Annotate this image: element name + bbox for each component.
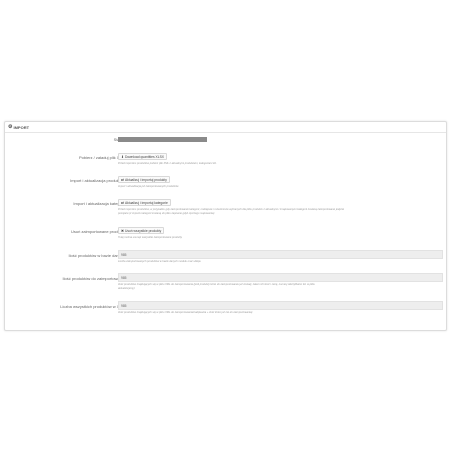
refresh-icon: ⇄: [121, 177, 124, 182]
import-categories-help-line2: pomijane (z importu kategorii zostaną do…: [118, 212, 215, 215]
delete-products-help: Tutaj można usunąć wszystkie zaimportowa…: [118, 236, 182, 239]
delete-products-button[interactable]: ✖ Usuń wszystkie produkty: [118, 227, 165, 234]
panel-title: IMPORT: [13, 124, 30, 130]
download-template-button[interactable]: ⬇ Download quantities XLSX: [118, 153, 167, 160]
panel-header: ⚙ IMPORT: [5, 122, 446, 133]
delete-products-label: Usuń zaimportowane produkty: [70, 229, 125, 234]
to-import-field: 985: [118, 273, 443, 282]
import-products-label: Import i aktualizacja produktów: [70, 178, 125, 183]
import-products-button[interactable]: ⇄ Aktualizuj i importuj produkty: [118, 176, 170, 183]
trash-icon: ✖: [121, 228, 124, 233]
db-count-field: 985: [118, 250, 443, 259]
to-import-label: Ilość produktów do zaimportowania: [62, 276, 125, 281]
template-help: Przed importem produktów pobierz plik XM…: [118, 162, 217, 165]
to-import-help-line2: aktualizujemy): [118, 287, 135, 290]
import-categories-button[interactable]: ⇄ Aktualizuj i importuj kategorie: [118, 199, 171, 206]
import-panel: ⚙ IMPORT: [4, 121, 447, 331]
status-progress-bar: [118, 137, 207, 142]
xml-total-label: Liczba wszystkich produktów w XML: [60, 304, 125, 309]
xml-total-field: 985: [118, 301, 443, 310]
db-count-help: Liczba zaimportowanych produktów w bazie…: [118, 260, 201, 263]
to-import-help-line1: Ilość produktów znajdujących się w pliku…: [118, 283, 315, 286]
download-icon: ⬇: [121, 154, 124, 159]
refresh-icon: ⇄: [121, 200, 124, 205]
xml-total-help: Ilość produktów znajdujących się w pliku…: [118, 311, 253, 314]
import-products-help: Import i aktualizacja już zaimportowanyc…: [118, 185, 179, 188]
gear-icon: ⚙: [8, 123, 13, 130]
db-count-label: Ilość produktów w bazie danych: [68, 253, 125, 258]
